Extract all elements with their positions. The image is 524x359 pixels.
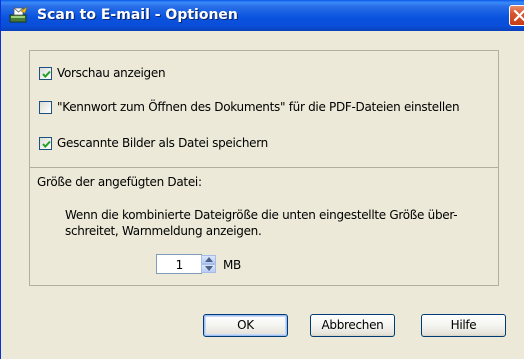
save-images-checkbox[interactable]: [39, 136, 52, 150]
attachment-description-line2: schreitet, Warnmeldung anzeigen.: [65, 224, 262, 238]
window-title: Scan to E-mail - Optionen: [37, 7, 238, 23]
password-option[interactable]: "Kennwort zum Öffnen des Dokuments" für …: [39, 99, 460, 115]
size-decrease-button[interactable]: [201, 264, 216, 273]
save-images-label: Gescannte Bilder als Datei speichern: [57, 136, 268, 150]
title-bar[interactable]: Scan to E-mail - Optionen: [1, 0, 524, 31]
size-input[interactable]: [156, 254, 202, 274]
password-label: "Kennwort zum Öffnen des Dokuments" für …: [57, 100, 460, 114]
close-button[interactable]: [509, 5, 524, 26]
attachment-description-line1: Wenn die kombinierte Dateigröße die unte…: [65, 208, 458, 222]
cancel-button[interactable]: Abbrechen: [310, 314, 395, 337]
ok-button[interactable]: OK: [203, 314, 288, 337]
password-checkbox[interactable]: [39, 100, 52, 114]
attachment-size-heading: Größe der angefügten Datei:: [37, 175, 202, 189]
size-unit-label: MB: [223, 258, 241, 272]
save-images-option[interactable]: Gescannte Bilder als Datei speichern: [39, 135, 268, 151]
preview-option[interactable]: Vorschau anzeigen: [39, 65, 166, 81]
help-button[interactable]: Hilfe: [421, 314, 506, 337]
preview-checkbox[interactable]: [39, 66, 52, 80]
preview-label: Vorschau anzeigen: [57, 66, 166, 80]
size-increase-button[interactable]: [201, 255, 216, 264]
scanner-mail-icon: [9, 6, 29, 24]
options-dialog: Scan to E-mail - Optionen Vorschau anzei…: [0, 0, 524, 359]
